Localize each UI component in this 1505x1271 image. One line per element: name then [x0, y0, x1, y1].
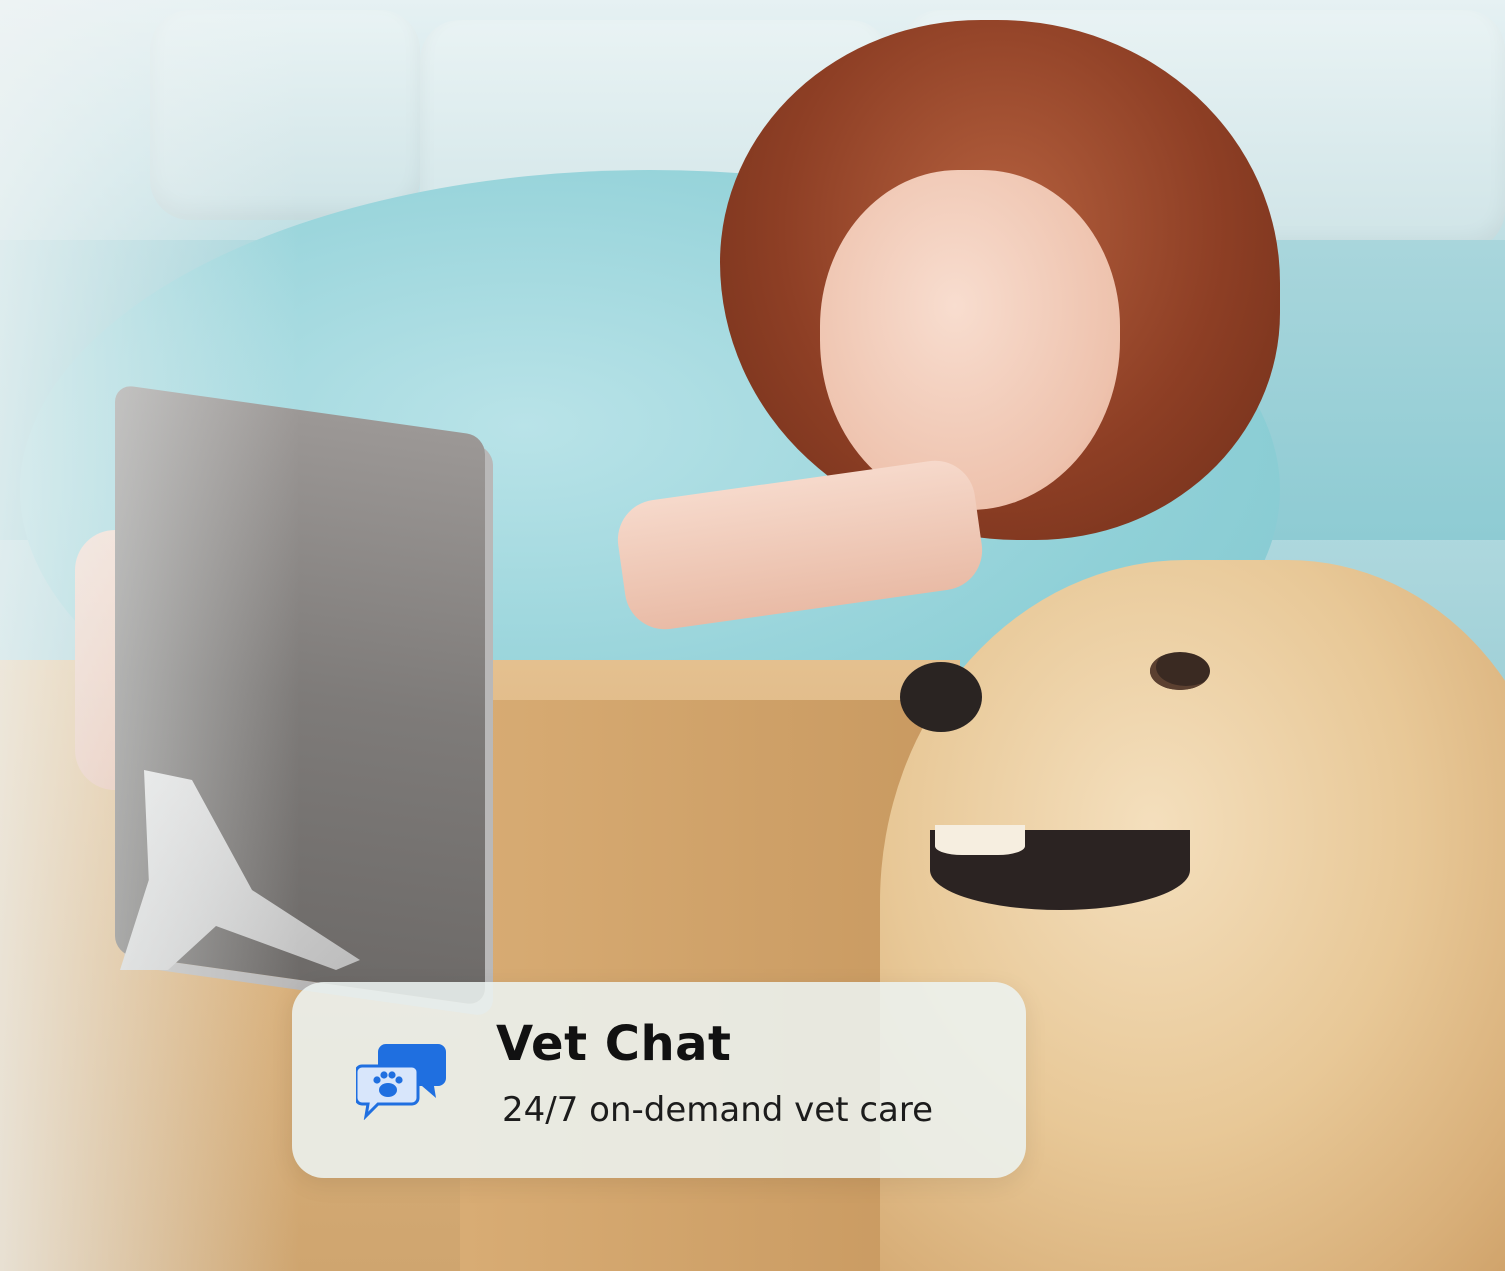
- vet-chat-card[interactable]: Vet Chat 24/7 on-demand vet care: [292, 982, 1026, 1178]
- woman-face: [820, 170, 1120, 510]
- soft-light-overlay: [0, 0, 300, 1271]
- card-subtitle: 24/7 on-demand vet care: [502, 1090, 934, 1130]
- hero-photo: Vet Chat 24/7 on-demand vet care: [0, 0, 1505, 1271]
- dog-teeth: [935, 825, 1025, 855]
- chat-bubbles-paw-icon: [354, 1040, 448, 1121]
- dog-eye: [1150, 652, 1210, 690]
- card-title: Vet Chat: [496, 1016, 732, 1072]
- dog-nose: [900, 662, 982, 732]
